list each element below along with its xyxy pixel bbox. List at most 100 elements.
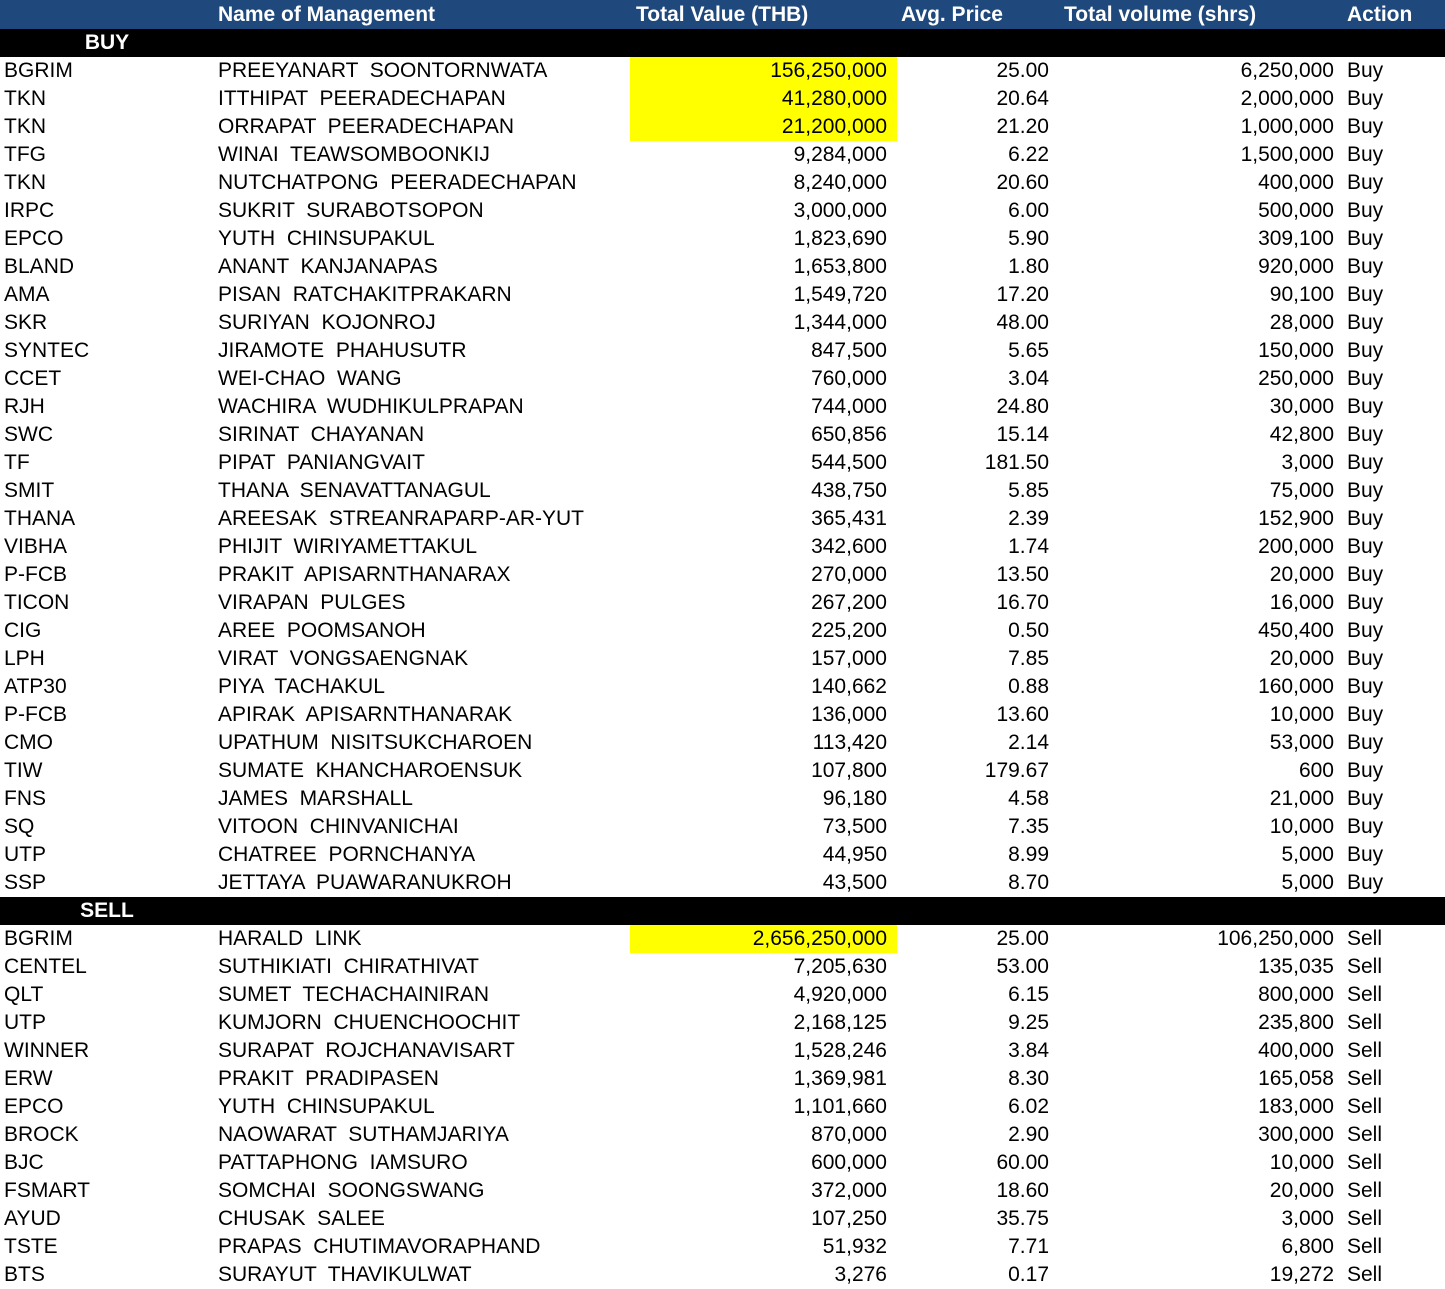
cell-total-value: 2,656,250,000 [630,925,897,953]
section-label: BUY [84,31,130,54]
cell-total-value: 870,000 [811,1123,887,1146]
cell-action: Buy [1347,843,1384,866]
cell-symbol: CMO [4,731,53,754]
cell-avg-price: 4.58 [1008,787,1049,810]
cell-action: Sell [1347,1123,1383,1146]
cell-name: HARALD LINK [218,927,362,950]
cell-name: AREESAK STREANRAPARP-AR-YUT [218,507,585,530]
cell-name: WEI-CHAO WANG [218,367,402,390]
cell-symbol: AYUD [4,1207,61,1230]
cell-total-value: 156,250,000 [630,57,897,85]
cell-name: PRAKIT APISARNTHANARAX [218,563,511,586]
cell-name: AREE POOMSANOH [218,619,426,642]
cell-name: KUMJORN CHUENCHOOCHIT [218,1011,521,1034]
cell-total-value: 44,950 [822,843,887,866]
table-row: TICON VIRAPAN PULGES 267,200 16.70 16,000 Buy [0,589,1445,617]
cell-action: Buy [1347,367,1384,390]
cell-total-volume: 152,900 [1258,507,1334,530]
cell-avg-price: 5.90 [1008,227,1049,250]
section-header-sell: SELL [0,897,1445,925]
table-row: CCET WEI-CHAO WANG 760,000 3.04 250,000 Buy [0,365,1445,393]
cell-total-volume: 5,000 [1281,871,1334,894]
cell-name: JETTAYA PUAWARANUKROH [218,871,512,894]
cell-total-value: 760,000 [811,367,887,390]
cell-name: VIRAPAN PULGES [218,591,406,614]
cell-name: NAOWARAT SUTHAMJARIYA [218,1123,509,1146]
table-row: CIG AREE POOMSANOH 225,200 0.50 450,400 Buy [0,617,1445,645]
cell-name: JAMES MARSHALL [218,787,413,810]
table-row: AMA PISAN RATCHAKITPRAKARN 1,549,720 17.20 9… [0,281,1445,309]
cell-name: SURIYAN KOJONROJ [218,311,436,334]
cell-action: Buy [1347,227,1384,250]
cell-name: YUTH CHINSUPAKUL [218,1095,435,1118]
cell-avg-price: 20.64 [996,87,1049,110]
cell-action: Buy [1347,255,1384,278]
table-row: SQ VITOON CHINVANICHAI 73,500 7.35 10,000 Buy [0,813,1445,841]
cell-name: PIPAT PANIANGVAIT [218,451,425,474]
cell-total-volume: 500,000 [1258,199,1334,222]
cell-name: PISAN RATCHAKITPRAKARN [218,283,512,306]
cell-symbol: TF [4,451,30,474]
table-body: BUY BGRIM PREEYANART SOONTORNWATA 156,250,0… [0,29,1445,1289]
table-row: UTP KUMJORN CHUENCHOOCHIT 2,168,125 9.25 235… [0,1009,1445,1037]
cell-symbol: SWC [4,423,53,446]
cell-total-value: 21,200,000 [630,113,897,141]
cell-total-value: 225,200 [811,619,887,642]
cell-total-volume: 200,000 [1258,535,1334,558]
cell-avg-price: 6.15 [1008,983,1049,1006]
cell-avg-price: 8.30 [1008,1067,1049,1090]
cell-action: Buy [1347,143,1384,166]
insider-trades-table: Name of Management Total Value (THB) Avg… [0,0,1445,1289]
cell-action: Buy [1347,815,1384,838]
cell-total-volume: 10,000 [1269,703,1334,726]
table-row: VIBHA PHIJIT WIRIYAMETTAKUL 342,600 1.74 200… [0,533,1445,561]
cell-avg-price: 60.00 [996,1151,1049,1174]
cell-avg-price: 181.50 [984,451,1049,474]
cell-total-volume: 300,000 [1258,1123,1334,1146]
cell-avg-price: 13.50 [996,563,1049,586]
cell-symbol: BROCK [4,1123,79,1146]
cell-avg-price: 7.35 [1008,815,1049,838]
table-row: BLAND ANANT KANJANAPAS 1,653,800 1.80 920,00… [0,253,1445,281]
cell-symbol: CIG [4,619,42,642]
cell-symbol: TICON [4,591,70,614]
cell-symbol: SQ [4,815,35,838]
table-row: CMO UPATHUM NISITSUKCHAROEN 113,420 2.14 53,… [0,729,1445,757]
cell-name: APIRAK APISARNTHANARAK [218,703,513,726]
cell-action: Buy [1347,115,1384,138]
cell-avg-price: 1.74 [1008,535,1049,558]
cell-total-volume: 3,000 [1281,451,1334,474]
cell-total-volume: 800,000 [1258,983,1334,1006]
cell-symbol: FSMART [4,1179,90,1202]
table-row: BJC PATTAPHONG IAMSURO 600,000 60.00 10,000 S… [0,1149,1445,1177]
cell-action: Sell [1347,955,1383,978]
cell-name: THANA SENAVATTANAGUL [218,479,491,502]
cell-avg-price: 2.39 [1008,507,1049,530]
cell-total-volume: 400,000 [1258,1039,1334,1062]
cell-symbol: SMIT [4,479,55,502]
cell-action: Buy [1347,87,1384,110]
cell-avg-price: 16.70 [996,591,1049,614]
cell-name: SURAPAT ROJCHANAVISART [218,1039,515,1062]
cell-avg-price: 2.14 [1008,731,1049,754]
cell-action: Buy [1347,423,1384,446]
cell-total-volume: 21,000 [1269,787,1334,810]
cell-name: SOMCHAI SOONGSWANG [218,1179,485,1202]
cell-total-value: 1,369,981 [793,1067,887,1090]
cell-name: PHIJIT WIRIYAMETTAKUL [218,535,478,558]
cell-total-volume: 28,000 [1269,311,1334,334]
cell-total-value: 51,932 [822,1235,887,1258]
cell-name: CHUSAK SALEE [218,1207,385,1230]
cell-total-value: 9,284,000 [793,143,887,166]
cell-symbol: BLAND [4,255,75,278]
cell-total-value: 1,101,660 [793,1095,887,1118]
cell-symbol: WINNER [4,1039,90,1062]
cell-symbol: TKN [4,171,46,194]
cell-total-volume: 250,000 [1258,367,1334,390]
cell-avg-price: 8.99 [1008,843,1049,866]
cell-total-value: 3,000,000 [793,199,887,222]
cell-avg-price: 5.65 [1008,339,1049,362]
cell-name: WACHIRA WUDHIKULPRAPAN [218,395,524,418]
cell-action: Sell [1347,983,1383,1006]
cell-symbol: UTP [4,843,46,866]
